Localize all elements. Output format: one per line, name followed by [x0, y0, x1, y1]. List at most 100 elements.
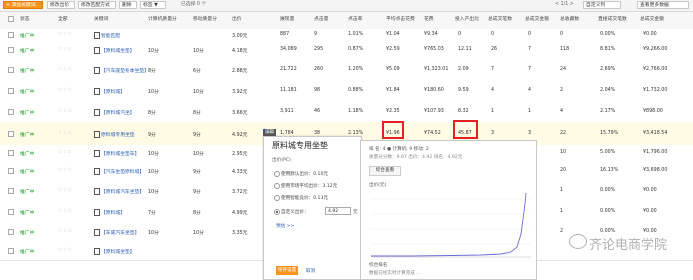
cell-bid[interactable]: 4.18元: [232, 47, 247, 54]
keyword-link[interactable]: 【原料城坐垫车】: [94, 149, 139, 157]
cell-bid[interactable]: 4.99元: [232, 209, 247, 216]
quality-stars: ☆☆☆: [58, 130, 73, 136]
cell-bid[interactable]: 3.35元: [232, 229, 247, 236]
edit-pencil-icon[interactable]: ✎: [263, 128, 268, 135]
col-ctr[interactable]: 点击率: [348, 15, 362, 22]
radio-custom-bid[interactable]: [274, 209, 280, 215]
cell-direct-orders: 2.69%: [600, 67, 616, 72]
radio-default-bid[interactable]: [274, 171, 280, 177]
cell-gmv: 3: [528, 130, 532, 136]
col-pc-quality[interactable]: 计算机质量分: [148, 15, 177, 22]
row-checkbox[interactable]: [8, 229, 14, 235]
edit-match-button[interactable]: 修改匹配方式: [78, 1, 116, 9]
cell-cost: ¥765.03: [424, 47, 444, 52]
keyword-link[interactable]: 【原料城坐垫】: [94, 248, 135, 255]
col-favorites[interactable]: 总收藏数: [560, 15, 579, 22]
col-bid[interactable]: 出价: [232, 15, 242, 22]
table-row[interactable]: 推广中 ☆☆☆ 【原料城汽坐】 8分 8分 3.66元 3,911 46 1.18% ¥2.35 ¥…: [0, 101, 693, 123]
delete-button[interactable]: 删除: [119, 1, 137, 9]
cell-gmv: 4: [528, 88, 532, 93]
table-row[interactable]: 推广中 ☆☆☆ 【汽车座垫冬季坐垫】 8分 6分 2.88元 21,722 260 1.20% ¥…: [0, 59, 693, 82]
add-keyword-button[interactable]: + 添加关键词: [3, 1, 43, 9]
keyword-link[interactable]: 【原料城】: [94, 208, 125, 216]
more-data-button[interactable]: 查看更多数据: [637, 1, 689, 9]
option-custom-bid[interactable]: 自定义出价：: [281, 209, 309, 215]
col-status[interactable]: 状态: [20, 15, 30, 22]
keyword-link[interactable]: 【原料城】: [94, 88, 125, 95]
preview-link[interactable]: 预估 >>: [276, 223, 294, 229]
row-checkbox[interactable]: [8, 67, 14, 73]
col-gmv[interactable]: 总成交金额: [525, 15, 549, 22]
edit-bid-button[interactable]: 修改出价: [47, 1, 75, 9]
cell-favorites: 0: [560, 32, 564, 37]
option-market-bid[interactable]: 使用市场平均出价：3.12元: [281, 183, 337, 189]
cell-bid[interactable]: 2.95元: [232, 150, 247, 157]
cell-bid[interactable]: 2.88元: [232, 67, 247, 74]
keyword-link[interactable]: 【车威汽车坐垫】: [94, 229, 139, 236]
col-cpc[interactable]: 平均点击花费: [386, 15, 415, 22]
cell-pc-quality: 10分: [148, 190, 159, 195]
table-row[interactable]: 推广中 ☆☆☆ 【原料城】 10分 10分 3.92元 11,181 98 0.88% ¥1.84…: [0, 81, 693, 102]
row-checkbox[interactable]: [8, 88, 14, 94]
keyword-link[interactable]: 智能匹配: [94, 32, 120, 39]
keyword-link[interactable]: 【原料城汽坐】: [94, 108, 135, 116]
row-checkbox[interactable]: [8, 108, 14, 115]
col-clicks[interactable]: 点击量: [314, 15, 328, 22]
cell-mobile-quality: 10分: [193, 151, 204, 157]
row-checkbox[interactable]: [8, 130, 14, 137]
cell-bid[interactable]: 4.33元: [232, 168, 247, 175]
keyword-text: 【原料城汽车坐垫】: [101, 190, 145, 195]
keyword-link[interactable]: 【原料城汽车坐垫】: [94, 188, 144, 195]
status-text: 推广中: [20, 34, 35, 39]
row-checkbox[interactable]: [8, 149, 14, 156]
col-roi[interactable]: 投入产出比: [455, 15, 479, 22]
cell-orders: 0: [491, 32, 495, 37]
col-all[interactable]: 全部: [58, 15, 68, 22]
option-default-bid[interactable]: 使用默认出价：0.10元: [281, 171, 328, 177]
highlight-cpc: [382, 121, 404, 139]
cell-bid[interactable]: 3.66元: [232, 109, 247, 116]
custom-columns-dropdown[interactable]: 自定义列: [583, 1, 621, 9]
cancel-button[interactable]: 取消: [306, 268, 315, 274]
keyword-link[interactable]: 原料城专用坐垫: [94, 130, 135, 138]
radio-market-bid[interactable]: [274, 183, 280, 189]
cell-direct-gmv: ¥3,418.54: [643, 130, 668, 136]
col-direct-orders[interactable]: 直接成交笔数: [598, 15, 627, 22]
cell-bid[interactable]: 4.92元: [232, 131, 247, 138]
cell-orders: 4: [491, 88, 495, 93]
keyword-link[interactable]: 【原料城坐垫】: [94, 47, 135, 54]
table-row[interactable]: 推广中 ☆☆☆ 【原料城坐垫】 10分 10分 4.18元 34,089 295 0.87% ¥2…: [0, 41, 693, 60]
col-mobile-quality[interactable]: 移动质量分: [193, 15, 217, 22]
option-smart-bid[interactable]: 使用智能竞价：0.13元: [281, 195, 328, 201]
radio-smart-bid[interactable]: [274, 195, 280, 201]
col-cost[interactable]: 花费: [424, 15, 434, 22]
tag-dropdown[interactable]: 标签 ▼: [140, 1, 166, 9]
col-orders[interactable]: 总成交笔数: [488, 15, 512, 22]
keyword-doc-icon: [94, 32, 100, 39]
row-checkbox[interactable]: [8, 188, 14, 194]
cell-cpc: ¥1.84: [386, 88, 400, 93]
row-checkbox[interactable]: [8, 208, 14, 215]
keyword-link[interactable]: 【汽车坐垫原料城】: [94, 167, 144, 175]
col-direct-gmv[interactable]: 总成交金额: [640, 15, 664, 22]
row-checkbox[interactable]: [8, 167, 14, 174]
cell-bid[interactable]: 3.72元: [232, 188, 247, 195]
cell-cost: ¥74.52: [424, 130, 441, 136]
cell-roi: 8.32: [458, 108, 469, 114]
custom-bid-input[interactable]: 4.92: [325, 207, 351, 215]
col-keyword[interactable]: 关键词: [94, 15, 108, 22]
pager[interactable]: < 1/1 >: [555, 1, 574, 9]
cell-bid[interactable]: 3.92元: [232, 88, 247, 95]
cell-clicks: 98: [314, 88, 321, 93]
save-button[interactable]: 保存设置: [276, 266, 298, 275]
row-checkbox[interactable]: [8, 248, 14, 254]
cell-direct-gmv: ¥1,732.00: [643, 88, 668, 93]
select-all-checkbox[interactable]: [8, 16, 14, 22]
col-impressions[interactable]: 展现量: [280, 15, 294, 22]
keyword-link[interactable]: 【汽车座垫冬季坐垫】: [94, 67, 149, 74]
row-checkbox[interactable]: [8, 32, 14, 38]
cell-pc-quality: 10分: [148, 151, 159, 157]
cell-bid[interactable]: 3.00元: [232, 32, 247, 39]
row-checkbox[interactable]: [8, 47, 14, 53]
tab-overview[interactable]: 综合查看: [369, 166, 401, 176]
